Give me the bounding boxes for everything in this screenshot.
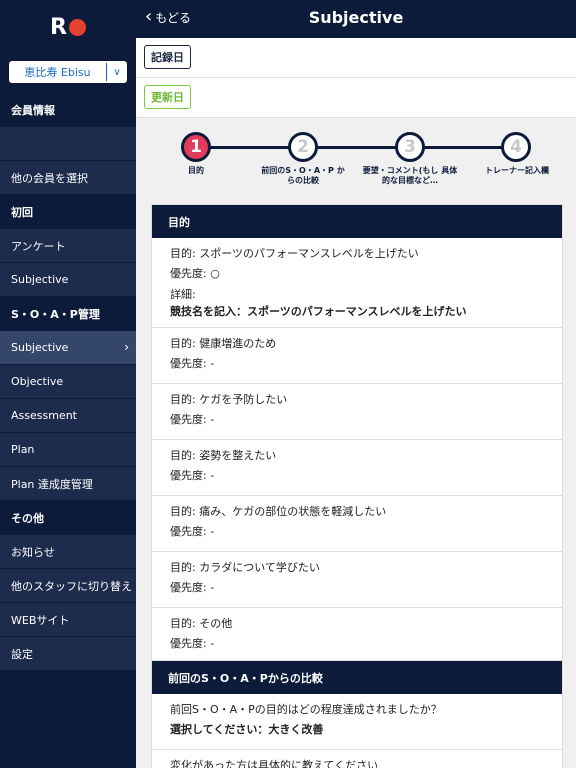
- sidebar-item-label: 設定: [11, 647, 33, 661]
- step-2-label: 前回のS・O・A・P からの比較: [261, 166, 345, 185]
- updated-date-button[interactable]: 更新日: [144, 85, 191, 109]
- section-header-initial: 初回: [0, 195, 136, 229]
- priority-text: 優先度: -: [170, 357, 215, 370]
- step-indicator: 1 2 3 4 目的 前回のS・O・A・P からの比較 要望・コメント(もし 具…: [136, 118, 576, 190]
- sidebar-item-objective[interactable]: Objective: [0, 365, 136, 399]
- back-button[interactable]: ‹ もどる: [145, 8, 191, 26]
- section-header-other: その他: [0, 501, 136, 535]
- step-connector: [196, 146, 516, 149]
- recorded-date-row: 記録日: [136, 38, 576, 78]
- purpose-row[interactable]: 目的: カラダについて学びたい 優先度: -: [152, 552, 562, 608]
- app-logo: R: [0, 0, 136, 55]
- recorded-date-button[interactable]: 記録日: [144, 45, 191, 69]
- sidebar-item-initial-subjective[interactable]: Subjective: [0, 263, 136, 297]
- page-title: Subjective: [308, 8, 404, 27]
- compare-question: 前回S・O・A・Pの目的はどの程度達成されましたか？: [170, 703, 442, 716]
- sidebar-item-settings[interactable]: 設定: [0, 637, 136, 671]
- detail-text: 競技名を記入：スポーツのパフォーマンスレベルを上げたい: [170, 305, 467, 318]
- purpose-text: 目的: スポーツのパフォーマンスレベルを上げたい: [170, 247, 419, 260]
- sidebar-item-select-member[interactable]: 他の会員を選択: [0, 161, 136, 195]
- compare-card-title: 前回のS・O・A・Pからの比較: [152, 661, 562, 694]
- section-header-member: 会員情報: [0, 93, 136, 127]
- logo-letter: R: [50, 15, 67, 40]
- back-label: もどる: [155, 10, 191, 25]
- priority-text: 優先度: -: [170, 581, 215, 594]
- sidebar-item-label: アンケート: [11, 239, 66, 253]
- chevron-right-icon: ›: [124, 340, 129, 354]
- priority-text: 優先度: -: [170, 413, 215, 426]
- chevron-left-icon: ‹: [145, 6, 153, 27]
- step-4-label: トレーナー記入欄: [485, 166, 549, 175]
- logo-dot: [68, 19, 86, 36]
- purpose-card: 目的 目的: スポーツのパフォーマンスレベルを上げたい 優先度: ○ 詳細: 競…: [151, 204, 563, 664]
- step-4[interactable]: 4: [501, 132, 531, 162]
- purpose-row[interactable]: 目的: 健康増進のため 優先度: -: [152, 328, 562, 384]
- compare-card: 前回のS・O・A・Pからの比較 前回S・O・A・Pの目的はどの程度達成されました…: [151, 660, 563, 768]
- top-bar: Subjective ‹ もどる: [136, 0, 576, 38]
- purpose-text: 目的: カラダについて学びたい: [170, 561, 320, 574]
- purpose-text: 目的: 痛み、ケガの部位の状態を軽減したい: [170, 505, 387, 518]
- sidebar-item-subjective[interactable]: Subjective ›: [0, 331, 136, 365]
- compare-followup-row[interactable]: 変化があった方は具体的に教えてください: [152, 750, 562, 768]
- priority-text: 優先度: -: [170, 469, 215, 482]
- purpose-text: 目的: その他: [170, 617, 233, 630]
- store-select[interactable]: 恵比寿 Ebisu ∨: [9, 61, 127, 83]
- section-header-soap: S・O・A・P管理: [0, 297, 136, 331]
- step-3[interactable]: 3: [395, 132, 425, 162]
- purpose-row[interactable]: 目的: スポーツのパフォーマンスレベルを上げたい 優先度: ○ 詳細: 競技名を…: [152, 238, 562, 328]
- purpose-row[interactable]: 目的: その他 優先度: -: [152, 608, 562, 663]
- priority-text: 優先度: -: [170, 637, 215, 650]
- purpose-row[interactable]: 目的: 姿勢を整えたい 優先度: -: [152, 440, 562, 496]
- compare-question-row[interactable]: 前回S・O・A・Pの目的はどの程度達成されましたか？ 選択してください：大きく改…: [152, 694, 562, 750]
- sidebar-item-label: 他の会員を選択: [11, 171, 88, 185]
- sidebar: R 恵比寿 Ebisu ∨ 会員情報 他の会員を選択 初回 アンケート Subj…: [0, 0, 136, 768]
- priority-text: 優先度: ○: [170, 267, 220, 280]
- sidebar-item-label: Subjective: [11, 341, 69, 354]
- sidebar-item-questionnaire[interactable]: アンケート: [0, 229, 136, 263]
- sidebar-item-label: Subjective: [11, 273, 69, 286]
- sidebar-item-label: Plan 達成度管理: [11, 477, 93, 491]
- sidebar-item-label: WEBサイト: [11, 613, 70, 627]
- sidebar-item-label: 他のスタッフに切り替え: [11, 579, 132, 593]
- step-2[interactable]: 2: [288, 132, 318, 162]
- detail-label: 詳細:: [170, 288, 196, 301]
- step-1[interactable]: 1: [181, 132, 211, 162]
- sidebar-item-label: Plan: [11, 443, 35, 456]
- sidebar-item-label: お知らせ: [11, 545, 55, 559]
- step-1-label: 目的: [188, 166, 204, 175]
- sidebar-item-news[interactable]: お知らせ: [0, 535, 136, 569]
- purpose-text: 目的: 健康増進のため: [170, 337, 277, 350]
- sidebar-item-website[interactable]: WEBサイト: [0, 603, 136, 637]
- sidebar-item-plan-progress[interactable]: Plan 達成度管理: [0, 467, 136, 501]
- purpose-text: 目的: ケガを予防したい: [170, 393, 288, 406]
- purpose-row[interactable]: 目的: ケガを予防したい 優先度: -: [152, 384, 562, 440]
- updated-date-row: 更新日: [136, 78, 576, 118]
- sidebar-item-plan[interactable]: Plan: [0, 433, 136, 467]
- compare-answer: 選択してください：大きく改善: [170, 723, 324, 736]
- chevron-down-icon[interactable]: ∨: [107, 67, 127, 78]
- sidebar-item-empty: [0, 127, 136, 161]
- sidebar-item-label: Assessment: [11, 409, 77, 422]
- sidebar-item-switch-staff[interactable]: 他のスタッフに切り替え: [0, 569, 136, 603]
- step-3-label: 要望・コメント(もし 具体的な目標など…: [362, 166, 458, 185]
- sidebar-item-label: Objective: [11, 375, 64, 388]
- sidebar-item-assessment[interactable]: Assessment: [0, 399, 136, 433]
- store-select-value: 恵比寿 Ebisu: [24, 66, 91, 79]
- purpose-text: 目的: 姿勢を整えたい: [170, 449, 277, 462]
- compare-followup: 変化があった方は具体的に教えてください: [170, 759, 379, 768]
- purpose-row[interactable]: 目的: 痛み、ケガの部位の状態を軽減したい 優先度: -: [152, 496, 562, 552]
- purpose-card-title: 目的: [152, 205, 562, 238]
- priority-text: 優先度: -: [170, 525, 215, 538]
